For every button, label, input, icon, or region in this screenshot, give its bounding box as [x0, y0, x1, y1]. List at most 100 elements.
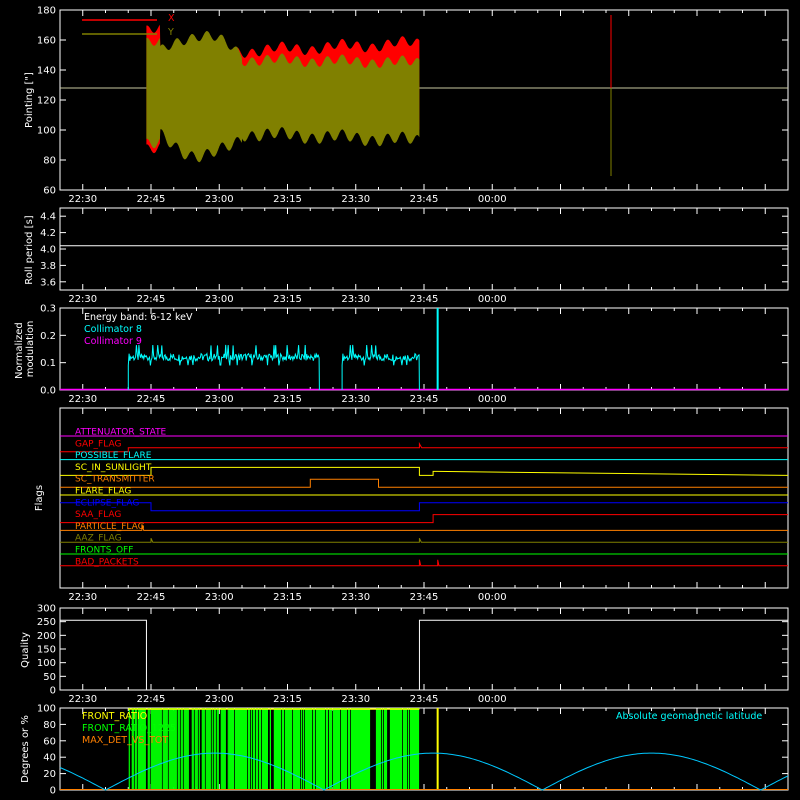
y-tick-label: 4.4 — [40, 212, 56, 223]
modulation-ylabel-line1: Normalized — [14, 322, 25, 379]
y-tick-label: 100 — [37, 704, 56, 715]
flags-panel: 22:30 22:45 23:00 23:15 23:30 23:45 00:00 Flag… — [34, 407, 789, 603]
time-tick-label: 22:45 — [137, 294, 166, 305]
degrees-legend-front-ratio: FRONT_RATIO — [82, 711, 147, 722]
time-tick-label: 23:45 — [410, 694, 439, 705]
y-tick-label: 100 — [37, 658, 56, 669]
observing-summary-figure: 60 80 100 120 140 160 180 22:30 22:45 23:00 23:15… — [14, 6, 789, 797]
y-tick-label: 160 — [37, 36, 56, 47]
y-tick-label: 60 — [43, 736, 56, 747]
y-tick-label: 0.0 — [40, 386, 56, 397]
time-tick-label: 23:30 — [341, 294, 370, 305]
y-tick-label: 20 — [43, 769, 56, 780]
y-tick-label: 150 — [37, 645, 56, 656]
time-tick-label: 23:30 — [341, 194, 370, 205]
degrees-legend-geolat: Absolute geomagnetic latitude — [616, 711, 762, 722]
time-tick-label: 22:45 — [137, 394, 166, 405]
flags-frame — [59, 407, 789, 589]
quality-y-ticks: 0 50 100 150 200 250 300 — [37, 604, 788, 697]
flag-label: SC_TRANSMITTER — [75, 475, 155, 485]
y-tick-label: 3.8 — [40, 261, 56, 272]
time-tick-label: 23:00 — [205, 394, 234, 405]
time-tick-label: 23:15 — [273, 194, 302, 205]
quality-series — [60, 619, 788, 691]
time-tick-label: 23:15 — [273, 694, 302, 705]
y-tick-label: 40 — [43, 753, 56, 764]
modulation-legend-c9: Collimator 9 — [84, 336, 142, 347]
time-tick-label: 22:45 — [137, 694, 166, 705]
pointing-legend-y-label: Y — [167, 27, 174, 38]
front-ratio-1225-series — [128, 708, 420, 790]
y-tick-label: 100 — [37, 126, 56, 137]
time-tick-label: 23:30 — [341, 394, 370, 405]
roll-period-ylabel: Roll period [s] — [24, 215, 35, 284]
degrees-legend-max-det: MAX_DET_VS_TOT — [82, 735, 168, 746]
time-tick-label: 23:45 — [410, 394, 439, 405]
y-tick-label: 0 — [50, 786, 56, 797]
y-tick-label: 60 — [43, 186, 56, 197]
time-tick-label: 23:15 — [273, 294, 302, 305]
y-tick-label: 0.3 — [40, 304, 56, 315]
time-tick-label: 23:00 — [205, 294, 234, 305]
time-tick-label: 23:30 — [341, 592, 370, 603]
flag-line — [60, 514, 788, 524]
flag-line — [60, 559, 788, 567]
y-tick-label: 4.2 — [40, 228, 56, 239]
modulation-panel: 0.0 0.1 0.2 0.3 22:30 22:45 23:00 23:15 23:30 23… — [14, 304, 789, 405]
degrees-panel: 0 20 40 60 80 100 Degrees or % FRONT_RATIO FR… — [20, 704, 789, 797]
y-tick-label: 120 — [37, 96, 56, 107]
time-tick-label: 23:45 — [410, 294, 439, 305]
flag-line — [60, 478, 788, 488]
time-tick-label: 00:00 — [478, 592, 507, 603]
y-tick-label: 140 — [37, 66, 56, 77]
time-tick-label: 23:45 — [410, 592, 439, 603]
modulation-energy-band: Energy band: 6-12 keV — [84, 312, 193, 323]
time-tick-label: 00:00 — [478, 294, 507, 305]
time-tick-label: 22:30 — [68, 194, 97, 205]
roll-period-panel: 3.6 3.8 4.0 4.2 4.4 22:30 22:45 23:00 23:15 23:3… — [24, 207, 789, 305]
y-tick-label: 0.1 — [40, 358, 56, 369]
time-tick-label: 23:00 — [205, 194, 234, 205]
flag-line — [60, 524, 788, 531]
flag-label: SAA_FLAG — [75, 510, 121, 520]
time-tick-label: 22:30 — [68, 394, 97, 405]
time-tick-label: 00:00 — [478, 394, 507, 405]
flag-label: SC_IN_SUNLIGHT — [75, 463, 152, 473]
pointing-panel: 60 80 100 120 140 160 180 22:30 22:45 23:00 23:15… — [24, 6, 789, 205]
y-tick-label: 3.6 — [40, 277, 56, 288]
flag-line — [60, 466, 789, 476]
pointing-ylabel: Pointing ["] — [24, 72, 35, 128]
flag-label: GAP_FLAG — [75, 439, 121, 449]
modulation-legend-c8: Collimator 8 — [84, 324, 142, 335]
time-tick-label: 23:15 — [273, 394, 302, 405]
time-tick-label: 00:00 — [478, 194, 507, 205]
y-tick-label: 80 — [43, 720, 56, 731]
time-tick-label: 22:45 — [137, 592, 166, 603]
y-tick-label: 50 — [43, 672, 56, 683]
y-tick-label: 0 — [50, 686, 56, 697]
y-tick-label: 80 — [43, 156, 56, 167]
roll-period-frame — [59, 207, 789, 291]
time-tick-label: 22:30 — [68, 592, 97, 603]
time-tick-label: 22:45 — [137, 194, 166, 205]
quality-panel: 0 50 100 150 200 250 300 22:30 22:45 23:00 23:15 2… — [20, 604, 789, 705]
y-tick-label: 4.0 — [40, 245, 56, 256]
time-tick-label: 00:00 — [478, 694, 507, 705]
degrees-legend-front-ratio-1225: FRONT_RATIO_1225 — [82, 723, 176, 734]
pointing-legend-x-label: X — [168, 13, 175, 24]
time-tick-label: 23:00 — [205, 694, 234, 705]
flag-line — [60, 441, 788, 453]
flag-rows: ATTENUATOR_STATEGAP_FLAGPOSSIBLE_FLARESC… — [60, 428, 789, 567]
y-tick-label: 180 — [37, 6, 56, 17]
flag-line — [60, 502, 788, 512]
flag-line — [60, 537, 788, 543]
time-tick-label: 22:30 — [68, 294, 97, 305]
time-tick-label: 23:00 — [205, 592, 234, 603]
collimator-8-series — [127, 344, 420, 391]
y-tick-label: 200 — [37, 631, 56, 642]
time-tick-label: 23:30 — [341, 694, 370, 705]
time-tick-label: 22:30 — [68, 694, 97, 705]
flags-ylabel: Flags — [34, 485, 45, 511]
degrees-ylabel: Degrees or % — [20, 715, 31, 783]
modulation-ylabel-line2: modulation — [25, 321, 36, 378]
